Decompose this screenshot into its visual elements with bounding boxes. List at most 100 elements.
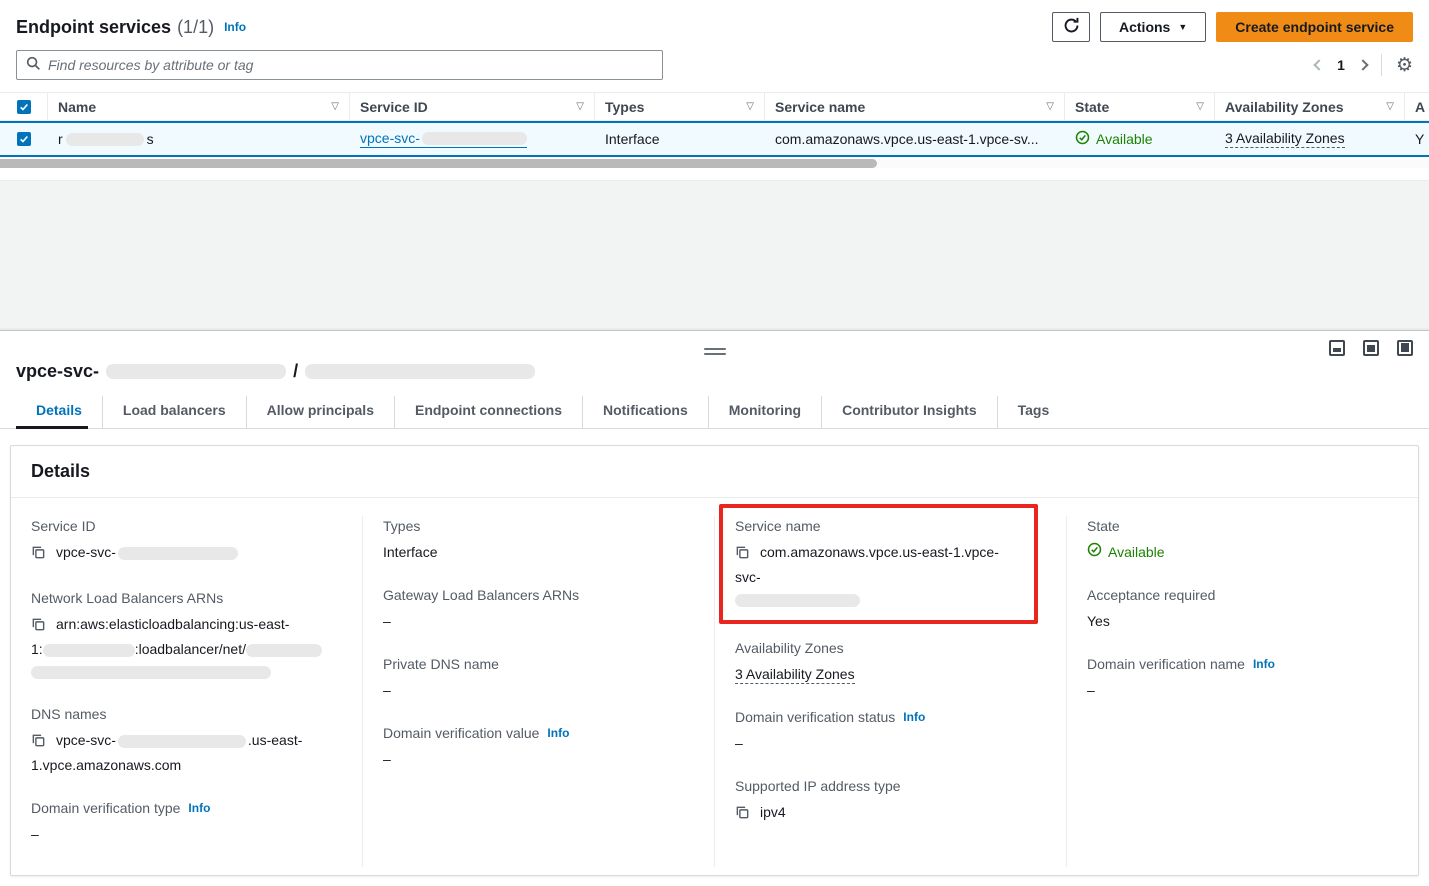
horizontal-scrollbar-thumb[interactable] [0,159,877,168]
service-id-link[interactable]: vpce-svc- [360,130,527,148]
status-badge: Available [1075,130,1153,148]
page: Endpoint services (1/1) Info Actions ▼ [0,0,1429,886]
column-header-availability-zones[interactable]: Availability Zones ▽ [1215,93,1405,120]
field-state: State Available [1087,516,1398,563]
refresh-button[interactable] [1052,12,1090,42]
column-label: Name [58,99,96,115]
tab-contributor-insights[interactable]: Contributor Insights [822,396,998,428]
copy-icon[interactable] [31,616,46,638]
details-column-4: State Available [1067,516,1418,867]
search-input[interactable] [48,57,653,73]
actions-button[interactable]: Actions ▼ [1100,12,1206,42]
copy-icon[interactable] [735,544,750,566]
field-label: Service ID [31,516,342,536]
field-domain-verification-value: Domain verification value Info – [383,723,694,770]
field-value: – [383,610,694,632]
field-service-name: Service name com.amazonaws.vpce.us-east-… [735,516,1022,610]
tab-monitoring[interactable]: Monitoring [709,396,822,428]
redacted-lb-name [246,644,322,657]
sort-icon: ▽ [1038,101,1054,112]
previous-page-icon[interactable] [1313,59,1324,70]
column-header-types[interactable]: Types ▽ [595,93,765,120]
arn-text: arn:aws:elasticloadbalancing:us-east- [56,616,289,632]
service-name-text: com.amazonaws.vpce.us-east-1.vpce-sv... [775,131,1039,147]
create-endpoint-service-button[interactable]: Create endpoint service [1216,12,1413,42]
field-value: Interface [383,541,694,563]
copy-icon[interactable] [31,732,46,754]
search-box[interactable] [16,50,663,80]
field-label: Private DNS name [383,654,694,674]
info-link[interactable]: Info [547,723,569,743]
availability-zones-link[interactable]: 3 Availability Zones [735,666,855,684]
table-bottom-padding [0,168,1429,180]
actions-button-label: Actions [1119,19,1170,35]
redacted-account-id [43,644,135,657]
details-column-3: Service name com.amazonaws.vpce.us-east-… [715,516,1067,867]
panel-title-prefix: vpce-svc- [16,361,99,382]
field-label: Domain verification value [383,723,539,743]
field-label: State [1087,516,1398,536]
field-value: Yes [1087,610,1398,632]
field-label: DNS names [31,704,342,724]
red-highlight-box: Service name com.amazonaws.vpce.us-east-… [719,504,1038,624]
column-header-clipped[interactable]: A [1405,93,1429,120]
info-link[interactable]: Info [903,707,925,727]
next-page-icon[interactable] [1357,59,1368,70]
details-column-2: Types Interface Gateway Load Balancers A… [363,516,715,867]
column-header-state[interactable]: State ▽ [1065,93,1215,120]
cell-clipped: Y [1405,123,1429,155]
panel-size-full-icon[interactable] [1397,340,1413,356]
field-label: Gateway Load Balancers ARNs [383,585,694,605]
field-value: – [1087,679,1398,701]
field-value: – [31,823,342,845]
name-text: s [147,131,154,147]
row-checkbox[interactable] [17,132,31,146]
field-value: – [383,748,694,770]
field-domain-verification-type: Domain verification type Info – [31,798,342,845]
details-column-1: Service ID vpce-svc- Network Load Balanc… [11,516,363,867]
panel-size-small-icon[interactable] [1329,340,1345,356]
row-checkbox-cell [0,123,48,155]
tab-tags[interactable]: Tags [998,396,1070,428]
current-page[interactable]: 1 [1337,57,1345,73]
tab-endpoint-connections[interactable]: Endpoint connections [395,396,583,428]
arn-text: :loadbalancer/net/ [135,641,246,657]
field-label: Domain verification status [735,707,895,727]
create-button-label: Create endpoint service [1235,19,1394,35]
tab-details[interactable]: Details [16,396,103,428]
table-header-row: Name ▽ Service ID ▽ Types ▽ Service name… [0,93,1429,121]
column-header-name[interactable]: Name ▽ [48,93,350,120]
column-header-service-id[interactable]: Service ID ▽ [350,93,595,120]
redacted-arn-tail [31,666,271,679]
redacted-service-id [422,132,527,145]
select-all-checkbox-cell [0,93,48,120]
sort-icon: ▽ [1378,101,1394,112]
sort-icon: ▽ [323,101,339,112]
ip-type-value: ipv4 [760,804,786,820]
panel-size-half-icon[interactable] [1363,340,1379,356]
table-row[interactable]: r s vpce-svc- Interface com.amazonaws.vp… [0,121,1429,157]
availability-zones-link[interactable]: 3 Availability Zones [1225,130,1345,148]
cell-name: r s [48,123,350,155]
column-header-service-name[interactable]: Service name ▽ [765,93,1065,120]
tab-allow-principals[interactable]: Allow principals [247,396,395,428]
check-circle-icon [1075,130,1090,148]
info-link[interactable]: Info [1253,654,1275,674]
split-panel-drag-handle-icon[interactable] [700,344,730,359]
details-card-body: Service ID vpce-svc- Network Load Balanc… [11,498,1418,875]
select-all-checkbox[interactable] [17,100,31,114]
search-icon [26,56,41,74]
tab-load-balancers[interactable]: Load balancers [103,396,247,428]
search-row: 1 ⚙ [0,46,1429,92]
field-supported-ip-type: Supported IP address type ipv4 [735,776,1046,826]
settings-gear-icon[interactable]: ⚙ [1396,56,1413,75]
tab-notifications[interactable]: Notifications [583,396,709,428]
info-link[interactable]: Info [188,798,210,818]
redacted-title-id [106,364,286,379]
sort-icon: ▽ [568,101,584,112]
header-info-link[interactable]: Info [224,20,246,34]
cell-service-id: vpce-svc- [350,123,595,155]
copy-icon[interactable] [735,804,750,826]
copy-icon[interactable] [31,544,46,566]
state-text: Available [1108,541,1165,563]
